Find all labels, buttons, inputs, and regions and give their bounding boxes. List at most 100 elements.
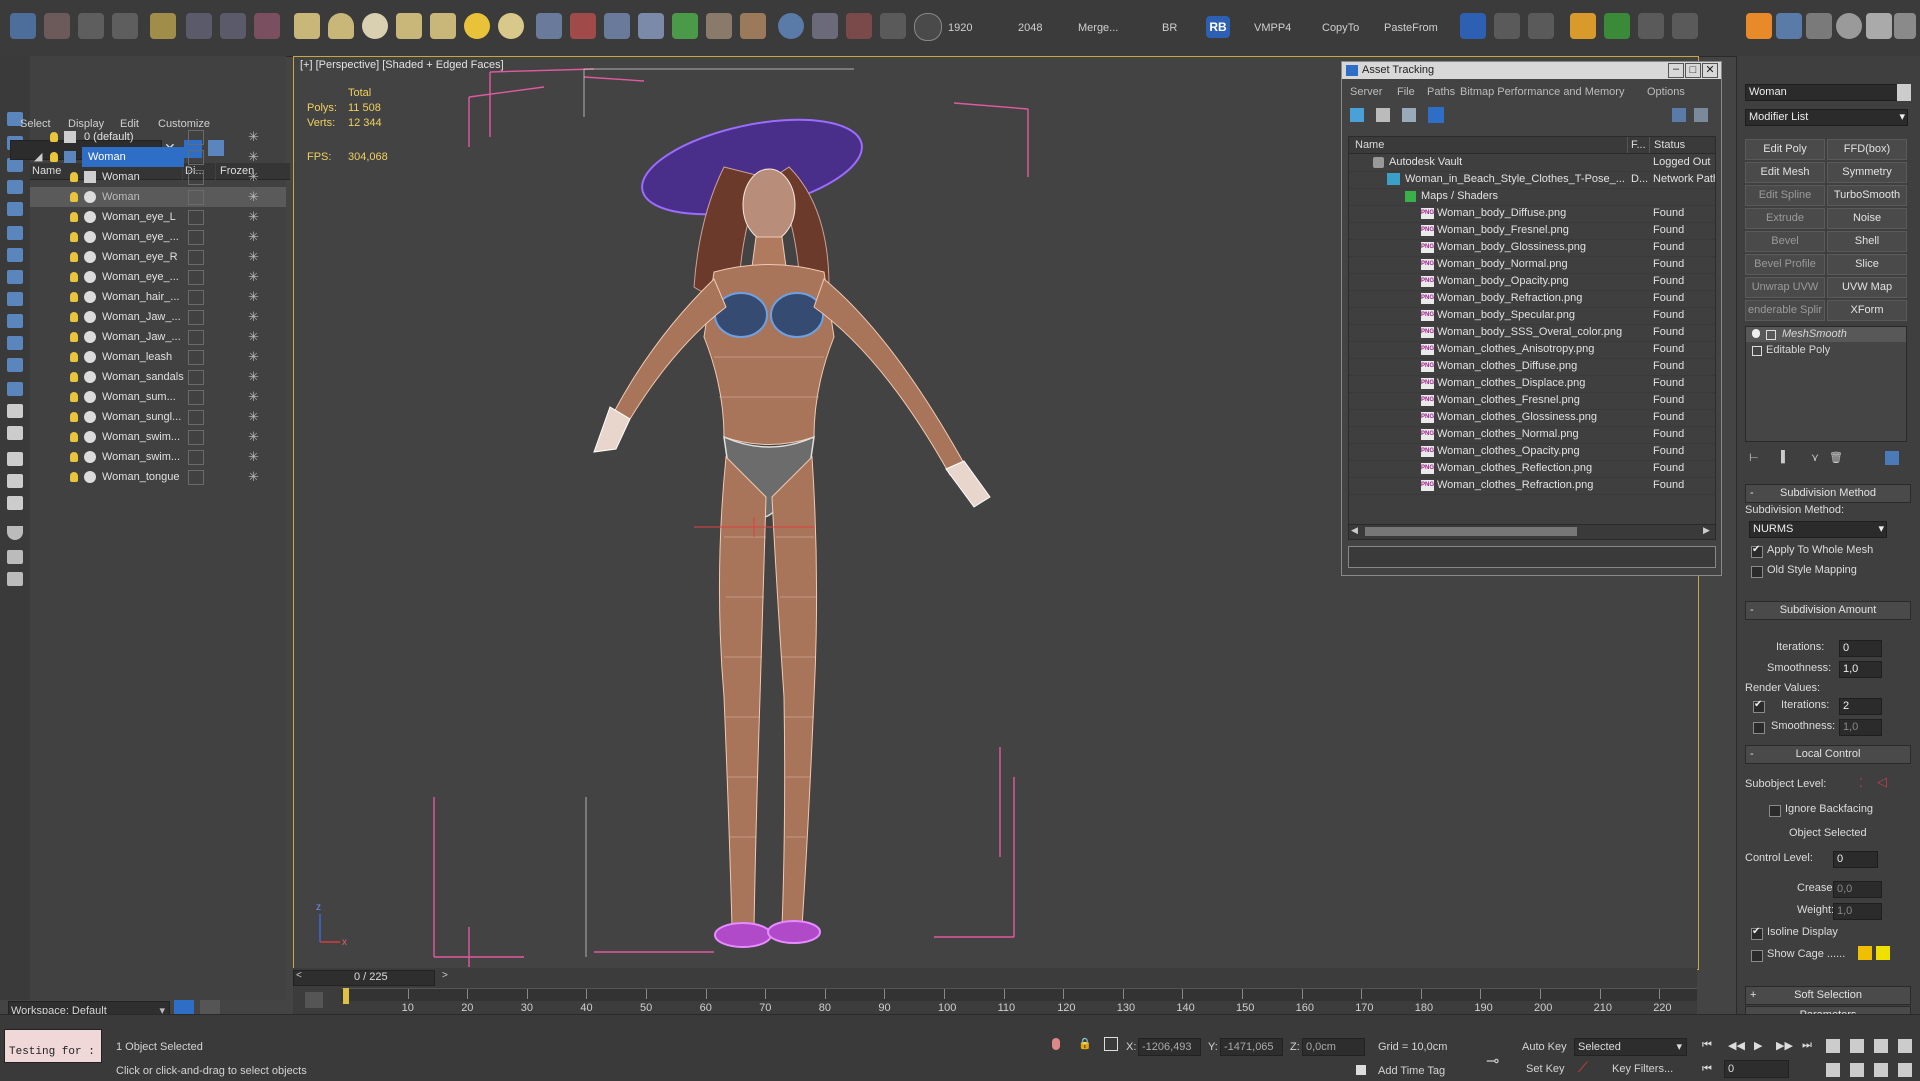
display-toggle[interactable] bbox=[188, 310, 204, 325]
display-toggle[interactable] bbox=[188, 150, 204, 165]
display-all-icon[interactable] bbox=[7, 158, 23, 172]
modifier-button[interactable]: Slice bbox=[1827, 254, 1907, 275]
stack-item-editable-poly[interactable]: Editable Poly bbox=[1746, 343, 1906, 358]
pin-stack-icon[interactable]: ⊢ bbox=[1749, 451, 1759, 464]
pan-view-icon[interactable] bbox=[1850, 1063, 1864, 1077]
vault-icon[interactable] bbox=[1694, 108, 1708, 122]
iterations-spinner[interactable]: 0 bbox=[1839, 640, 1882, 657]
scrollbar-thumb[interactable] bbox=[1365, 527, 1577, 536]
help-icon[interactable] bbox=[914, 13, 942, 41]
frozen-toggle-icon[interactable]: ✳ bbox=[248, 187, 259, 207]
tree-row-group-woman[interactable]: Woman ✳ bbox=[30, 167, 286, 187]
tree-row-object[interactable]: Woman_eye_... ✳ bbox=[30, 267, 286, 287]
tree-row-object[interactable]: Woman_swim... ✳ bbox=[30, 447, 286, 467]
funnel-filter-icon[interactable] bbox=[7, 526, 23, 540]
render-iterations-spinner[interactable]: 2 bbox=[1839, 698, 1882, 715]
path-field[interactable] bbox=[1348, 546, 1716, 568]
play-icon[interactable]: ▶ bbox=[1754, 1039, 1762, 1052]
display-toggle[interactable] bbox=[188, 230, 204, 245]
spacewarps-filter-icon[interactable] bbox=[7, 314, 23, 328]
menu-bitmap-performance[interactable]: Bitmap Performance and Memory bbox=[1460, 86, 1624, 98]
br-button[interactable]: BR bbox=[1162, 22, 1177, 34]
asset-row[interactable]: PNG Woman_body_Opacity.png Found bbox=[1349, 273, 1715, 291]
motion-panel-icon[interactable] bbox=[1836, 13, 1862, 39]
modifier-button[interactable]: Edit Mesh bbox=[1745, 162, 1825, 183]
lights-filter-icon[interactable] bbox=[7, 248, 23, 262]
maxscript-listener[interactable]: Testing for : bbox=[4, 1029, 102, 1063]
frozen-toggle-icon[interactable]: ✳ bbox=[248, 207, 259, 227]
col-f-header[interactable]: F... bbox=[1627, 137, 1646, 153]
render-iterations-checkbox[interactable] bbox=[1753, 699, 1765, 713]
modifier-button[interactable]: Edit Spline bbox=[1745, 185, 1825, 206]
frozen-toggle-icon[interactable]: ✳ bbox=[248, 467, 259, 487]
show-cage-checkbox[interactable] bbox=[1751, 950, 1763, 962]
display-toggle[interactable] bbox=[188, 390, 204, 405]
apply-whole-mesh-checkbox[interactable] bbox=[1751, 544, 1763, 558]
asset-row[interactable]: PNG Woman_clothes_Glossiness.png Found bbox=[1349, 409, 1715, 427]
light-bulb-icon[interactable] bbox=[70, 392, 78, 402]
display-toggle[interactable] bbox=[188, 450, 204, 465]
asset-row[interactable]: PNG Woman_clothes_Anisotropy.png Found bbox=[1349, 341, 1715, 359]
layer-manager-icon[interactable] bbox=[78, 13, 104, 39]
collapse-arrow-icon[interactable]: ◢ bbox=[34, 147, 42, 167]
modifier-stack[interactable]: MeshSmooth Editable Poly bbox=[1745, 326, 1907, 442]
display-toggle[interactable] bbox=[188, 250, 204, 265]
display-panel-icon[interactable] bbox=[1866, 13, 1892, 39]
helpers-filter-icon[interactable] bbox=[7, 292, 23, 306]
rollout-subdivision-method[interactable]: - Subdivision Method bbox=[1745, 484, 1911, 503]
merge-button[interactable]: Merge... bbox=[1078, 22, 1118, 34]
light-bulb-icon[interactable] bbox=[70, 212, 78, 222]
zoom-extents-all-icon[interactable] bbox=[1898, 1039, 1912, 1053]
asset-row[interactable]: PNG Woman_clothes_Fresnel.png Found bbox=[1349, 392, 1715, 410]
light-bulb-icon[interactable] bbox=[70, 252, 78, 262]
modifier-button[interactable]: enderable Splir bbox=[1745, 300, 1825, 321]
asset-tracking-window[interactable]: Asset Tracking – □ ✕ Server File Paths B… bbox=[1341, 61, 1722, 576]
add-time-tag-button[interactable]: Add Time Tag bbox=[1378, 1065, 1445, 1077]
col-name-header[interactable]: Name bbox=[1355, 137, 1384, 153]
geometry-filter-icon[interactable] bbox=[7, 202, 23, 216]
maximize-viewport-icon[interactable] bbox=[1898, 1063, 1912, 1077]
asset-row[interactable]: PNG Woman_body_SSS_Overal_color.png Found bbox=[1349, 324, 1715, 342]
hidden-filter-icon[interactable] bbox=[7, 452, 23, 466]
forest-icon[interactable] bbox=[1604, 13, 1630, 39]
frozen-toggle-icon[interactable]: ✳ bbox=[248, 167, 259, 187]
cage-selected-color-swatch[interactable] bbox=[1876, 946, 1890, 960]
modifier-button[interactable]: Symmetry bbox=[1827, 162, 1907, 183]
modify-panel-icon[interactable] bbox=[1776, 13, 1802, 39]
table-view-icon[interactable] bbox=[1428, 107, 1444, 123]
light-bulb-icon[interactable] bbox=[70, 432, 78, 442]
set-key-button[interactable]: Set Key bbox=[1526, 1063, 1565, 1075]
asset-tracking-titlebar[interactable]: Asset Tracking – □ ✕ bbox=[1342, 62, 1721, 79]
tree-row-object[interactable]: Woman_eye_L ✳ bbox=[30, 207, 286, 227]
menu-options[interactable]: Options bbox=[1647, 86, 1685, 98]
display-toggle[interactable] bbox=[188, 330, 204, 345]
x-coord-field[interactable]: -1206,493 bbox=[1138, 1038, 1201, 1056]
prev-frame-icon[interactable]: < bbox=[296, 970, 302, 981]
object-color-swatch[interactable] bbox=[1897, 84, 1911, 101]
bind-space-warp-icon[interactable] bbox=[220, 13, 246, 39]
particle-system-icon[interactable] bbox=[536, 13, 562, 39]
fp-icon[interactable] bbox=[1570, 13, 1596, 39]
light-bulb-icon[interactable] bbox=[70, 292, 78, 302]
asset-row[interactable]: PNG Woman_body_Diffuse.png Found bbox=[1349, 205, 1715, 223]
asset-row[interactable]: PNG Woman_body_Glossiness.png Found bbox=[1349, 239, 1715, 257]
batch-render-icon[interactable] bbox=[880, 13, 906, 39]
frozen-toggle-icon[interactable]: ✳ bbox=[248, 367, 259, 387]
hair-fur-icon[interactable] bbox=[706, 13, 732, 39]
stack-item-meshsmooth[interactable]: MeshSmooth bbox=[1746, 327, 1906, 342]
auto-key-button[interactable]: Auto Key bbox=[1522, 1041, 1567, 1053]
lock-icon[interactable]: 🔒 bbox=[1078, 1037, 1092, 1050]
display-toggle[interactable] bbox=[188, 350, 204, 365]
modifier-button[interactable]: Shell bbox=[1827, 231, 1907, 252]
hierarchy-sort-icon[interactable] bbox=[7, 550, 23, 564]
modifier-button[interactable]: XForm bbox=[1827, 300, 1907, 321]
light-bulb-icon[interactable] bbox=[50, 132, 58, 142]
frozen-toggle-icon[interactable]: ✳ bbox=[248, 247, 259, 267]
ignore-backfacing-checkbox[interactable] bbox=[1769, 805, 1781, 817]
shapes-filter-icon[interactable] bbox=[7, 226, 23, 240]
asset-row[interactable]: PNG Woman_body_Refraction.png Found bbox=[1349, 290, 1715, 308]
frozen-toggle-icon[interactable]: ✳ bbox=[248, 147, 259, 167]
maximize-icon[interactable]: □ bbox=[1685, 63, 1701, 78]
expand-icon[interactable] bbox=[1752, 346, 1762, 356]
frozen-toggle-icon[interactable]: ✳ bbox=[248, 387, 259, 407]
